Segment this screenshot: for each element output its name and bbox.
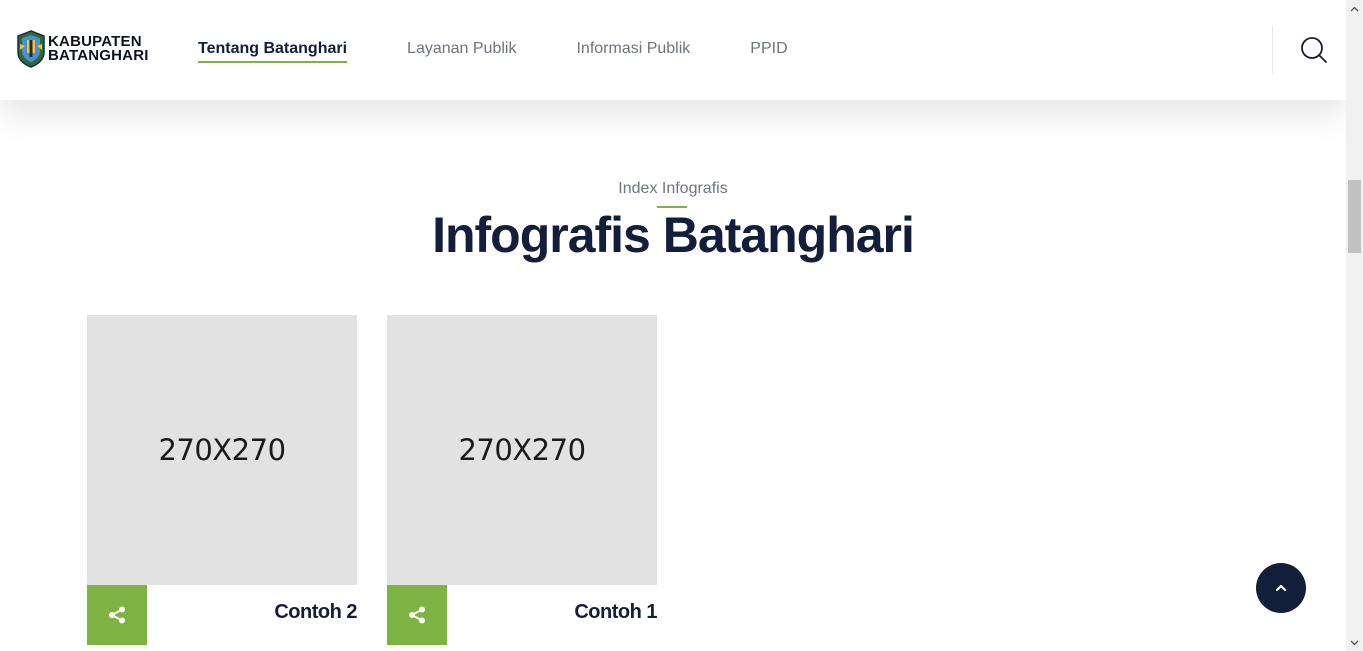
infographic-image[interactable]: 270X270: [387, 315, 657, 585]
infographic-image[interactable]: 270X270: [87, 315, 357, 585]
share-icon: [109, 606, 125, 624]
infographic-card: 270X270 Contoh 2: [87, 315, 357, 645]
card-title[interactable]: Contoh 1: [574, 601, 657, 624]
scroll-up-icon: [1350, 6, 1359, 11]
nav-item-informasi-publik[interactable]: Informasi Publik: [576, 40, 690, 60]
regency-crest-icon: [17, 30, 45, 68]
share-icon: [409, 606, 425, 624]
nav-item-layanan-publik[interactable]: Layanan Publik: [407, 40, 516, 60]
scroll-down-arrow[interactable]: [1346, 634, 1363, 651]
nav-item-ppid[interactable]: PPID: [750, 40, 787, 60]
chevron-up-icon: [1275, 584, 1287, 592]
section-title: Infografis Batanghari: [432, 207, 915, 263]
main-nav: Tentang Batanghari Layanan Publik Inform…: [198, 0, 848, 100]
search-button[interactable]: [1300, 36, 1328, 64]
scroll-up-arrow[interactable]: [1346, 0, 1363, 17]
site-header: KABUPATEN BATANGHARI Tentang Batanghari …: [0, 0, 1346, 100]
infographic-card: 270X270 Contoh 1: [387, 315, 657, 645]
nav-item-tentang-batanghari[interactable]: Tentang Batanghari: [198, 40, 348, 63]
back-to-top-button[interactable]: [1256, 563, 1306, 613]
brand-line-2: BATANGHARI: [48, 47, 149, 64]
scrollbar-thumb[interactable]: [1348, 180, 1361, 253]
header-divider: [1272, 26, 1273, 74]
page: KABUPATEN BATANGHARI Tentang Batanghari …: [0, 0, 1346, 651]
scroll-down-icon: [1350, 640, 1359, 645]
vertical-scrollbar[interactable]: [1346, 0, 1363, 651]
search-icon: [1301, 37, 1327, 63]
share-button[interactable]: [387, 585, 447, 645]
site-logo[interactable]: KABUPATEN BATANGHARI: [16, 30, 149, 68]
section-kicker: Index Infografis: [618, 180, 728, 197]
brand-name: KABUPATEN BATANGHARI: [48, 34, 149, 64]
share-button[interactable]: [87, 585, 147, 645]
card-title[interactable]: Contoh 2: [274, 601, 357, 624]
